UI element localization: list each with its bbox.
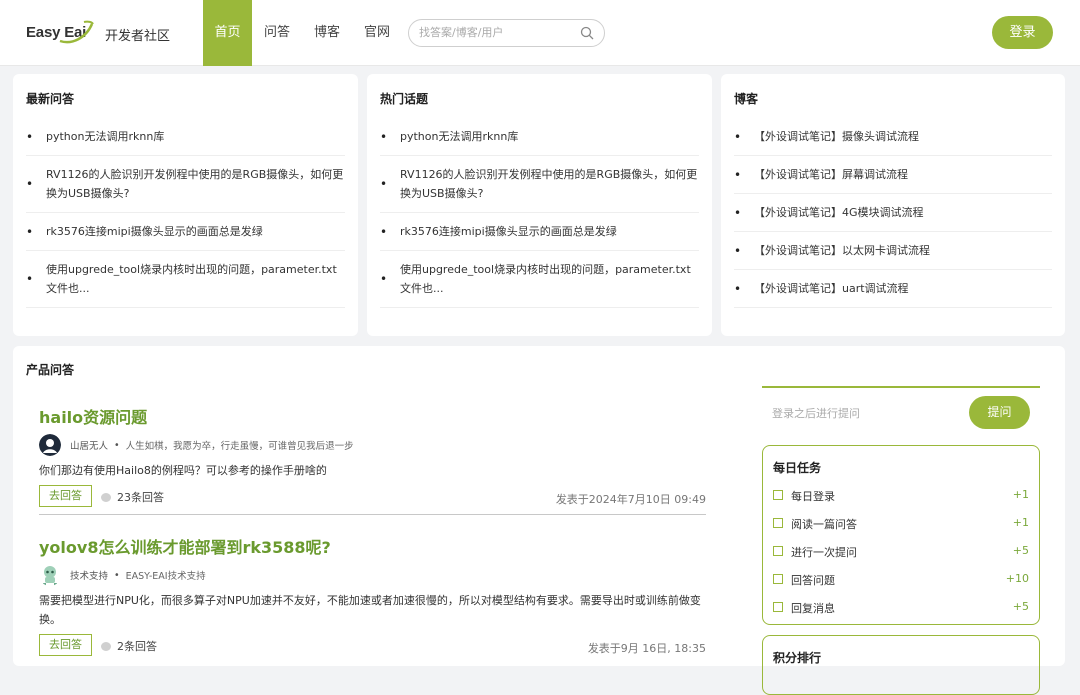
site-logo[interactable]: Easy Eai [26,20,94,46]
search-icon[interactable] [580,26,594,40]
avatar[interactable] [39,564,61,586]
task-label: 进行一次提问 [791,546,857,559]
panel-title: 每日任务 [773,461,822,475]
checkbox-icon[interactable] [773,546,783,556]
search-box [408,19,605,47]
task-points: +1 [1012,488,1029,501]
comment-icon [101,641,111,651]
site-name: 开发者社区 [105,29,171,44]
card-title: 热门话题 [380,92,429,106]
author-signature: EASY-EAI技术支持 [125,571,206,582]
task-label: 回复消息 [791,602,835,615]
task-points: +1 [1012,516,1029,529]
blog-card: 博客 【外设调试笔记】摄像头调试流程 【外设调试笔记】屏幕调试流程 【外设调试笔… [721,74,1065,336]
checkbox-icon[interactable] [773,518,783,528]
list-item[interactable]: python无法调用rknn库 [380,118,699,156]
author-name[interactable]: 技术支持 [70,568,108,582]
question-footer: 去回答 23条回答 发表于2024年7月10日 09:49 [39,485,706,509]
list-item[interactable]: 【外设调试笔记】uart调试流程 [734,270,1052,308]
ask-divider [762,386,1040,388]
list-item[interactable]: rk3576连接mipi摄像头显示的画面总是发绿 [26,213,345,251]
nav-official-site[interactable]: 官网 [352,0,402,66]
list-item[interactable]: 【外设调试笔记】屏幕调试流程 [734,156,1052,194]
list-item[interactable]: rk3576连接mipi摄像头显示的画面总是发绿 [380,213,699,251]
search-input[interactable] [419,26,579,39]
login-button[interactable]: 登录 [992,16,1053,49]
question-item: yolov8怎么训练才能部署到rk3588呢? 技术支持 • EASY-EAI技… [39,534,706,658]
task-points: +5 [1012,600,1029,613]
nav-blog[interactable]: 博客 [302,0,352,66]
answer-count: 23条回答 [101,489,164,505]
question-footer: 去回答 2条回答 发表于9月 16日, 18:35 [39,634,706,658]
answer-count-label: 2条回答 [117,640,157,653]
ask-button[interactable]: 提问 [969,396,1030,429]
panel-title: 积分排行 [773,651,822,665]
points-ranking-panel: 积分排行 [762,635,1040,695]
answer-count-label: 23条回答 [117,491,164,504]
hot-topics-list: python无法调用rknn库 RV1126的人脸识别开发例程中使用的是RGB摄… [380,118,699,308]
hot-topics-card: 热门话题 python无法调用rknn库 RV1126的人脸识别开发例程中使用的… [367,74,712,336]
author-name[interactable]: 山居无人 [70,438,108,452]
question-item: hailo资源问题 山居无人 • 人生如棋，我愿为卒，行走虽慢，可谁曾见我后退一… [39,404,706,509]
task-item[interactable]: 阅读一篇问答 +1 [773,516,1029,532]
list-item[interactable]: 使用upgrede_tool烧录内核时出现的问题，parameter.txt文件… [26,251,345,308]
list-item[interactable]: RV1126的人脸识别开发例程中使用的是RGB摄像头，如何更换为USB摄像头? [26,156,345,213]
list-item[interactable]: 【外设调试笔记】摄像头调试流程 [734,118,1052,156]
task-label: 回答问题 [791,574,835,587]
top-header: Easy Eai 开发者社区 首页 问答 博客 官网 登录 [0,0,1080,66]
product-qa-section: 产品问答 hailo资源问题 山居无人 • 人生如棋，我愿为卒，行走虽慢，可谁曾… [13,346,1065,695]
question-title[interactable]: hailo资源问题 [39,404,706,428]
list-item[interactable]: 【外设调试笔记】4G模块调试流程 [734,194,1052,232]
question-meta: 技术支持 • EASY-EAI技术支持 [39,564,706,586]
task-points: +10 [1005,572,1029,585]
nav-qa[interactable]: 问答 [252,0,302,66]
answer-button[interactable]: 去回答 [39,634,92,656]
author-signature: 人生如棋，我愿为卒，行走虽慢，可谁曾见我后退一步 [125,441,354,452]
divider [39,514,706,515]
question-body: 需要把模型进行NPU化，而很多算子对NPU加速并不友好，不能加速或者加速很慢的，… [39,594,701,626]
task-item[interactable]: 每日登录 +1 [773,488,1029,504]
answer-count: 2条回答 [101,638,157,654]
checkbox-icon[interactable] [773,602,783,612]
comment-icon [101,492,111,502]
question-meta: 山居无人 • 人生如棋，我愿为卒，行走虽慢，可谁曾见我后退一步 [39,434,706,456]
list-item[interactable]: 使用upgrede_tool烧录内核时出现的问题，parameter.txt文件… [380,251,699,308]
card-title: 博客 [734,92,759,106]
task-label: 阅读一篇问答 [791,518,857,531]
post-date: 发表于2024年7月10日 09:49 [555,493,706,506]
task-label: 每日登录 [791,490,835,503]
card-title: 最新问答 [26,92,75,106]
avatar[interactable] [39,434,61,456]
task-item[interactable]: 回答问题 +10 [773,572,1029,588]
checkbox-icon[interactable] [773,490,783,500]
logo-swoosh-icon [59,20,94,44]
list-item[interactable]: python无法调用rknn库 [26,118,345,156]
list-item[interactable]: 【外设调试笔记】以太网卡调试流程 [734,232,1052,270]
ask-hint: 登录之后进行提问 [772,407,860,420]
task-item[interactable]: 回复消息 +5 [773,600,1029,616]
question-body: 你们那边有使用Hailo8的例程吗？可以参考的操作手册啥的 [39,464,327,477]
main-nav: 首页 问答 博客 官网 [203,0,402,66]
blog-list: 【外设调试笔记】摄像头调试流程 【外设调试笔记】屏幕调试流程 【外设调试笔记】4… [734,118,1052,308]
checkbox-icon[interactable] [773,574,783,584]
list-item[interactable]: RV1126的人脸识别开发例程中使用的是RGB摄像头，如何更换为USB摄像头? [380,156,699,213]
answer-button[interactable]: 去回答 [39,485,92,507]
section-title: 产品问答 [26,363,75,377]
latest-qa-list: python无法调用rknn库 RV1126的人脸识别开发例程中使用的是RGB摄… [26,118,345,308]
post-date: 发表于9月 16日, 18:35 [587,642,706,655]
question-title[interactable]: yolov8怎么训练才能部署到rk3588呢? [39,534,706,558]
task-item[interactable]: 进行一次提问 +5 [773,544,1029,560]
task-points: +5 [1012,544,1029,557]
nav-home[interactable]: 首页 [203,0,252,66]
latest-qa-card: 最新问答 python无法调用rknn库 RV1126的人脸识别开发例程中使用的… [13,74,358,336]
daily-tasks-panel: 每日任务 每日登录 +1 阅读一篇问答 +1 进行一次提问 +5 回答问题 +1… [762,445,1040,625]
